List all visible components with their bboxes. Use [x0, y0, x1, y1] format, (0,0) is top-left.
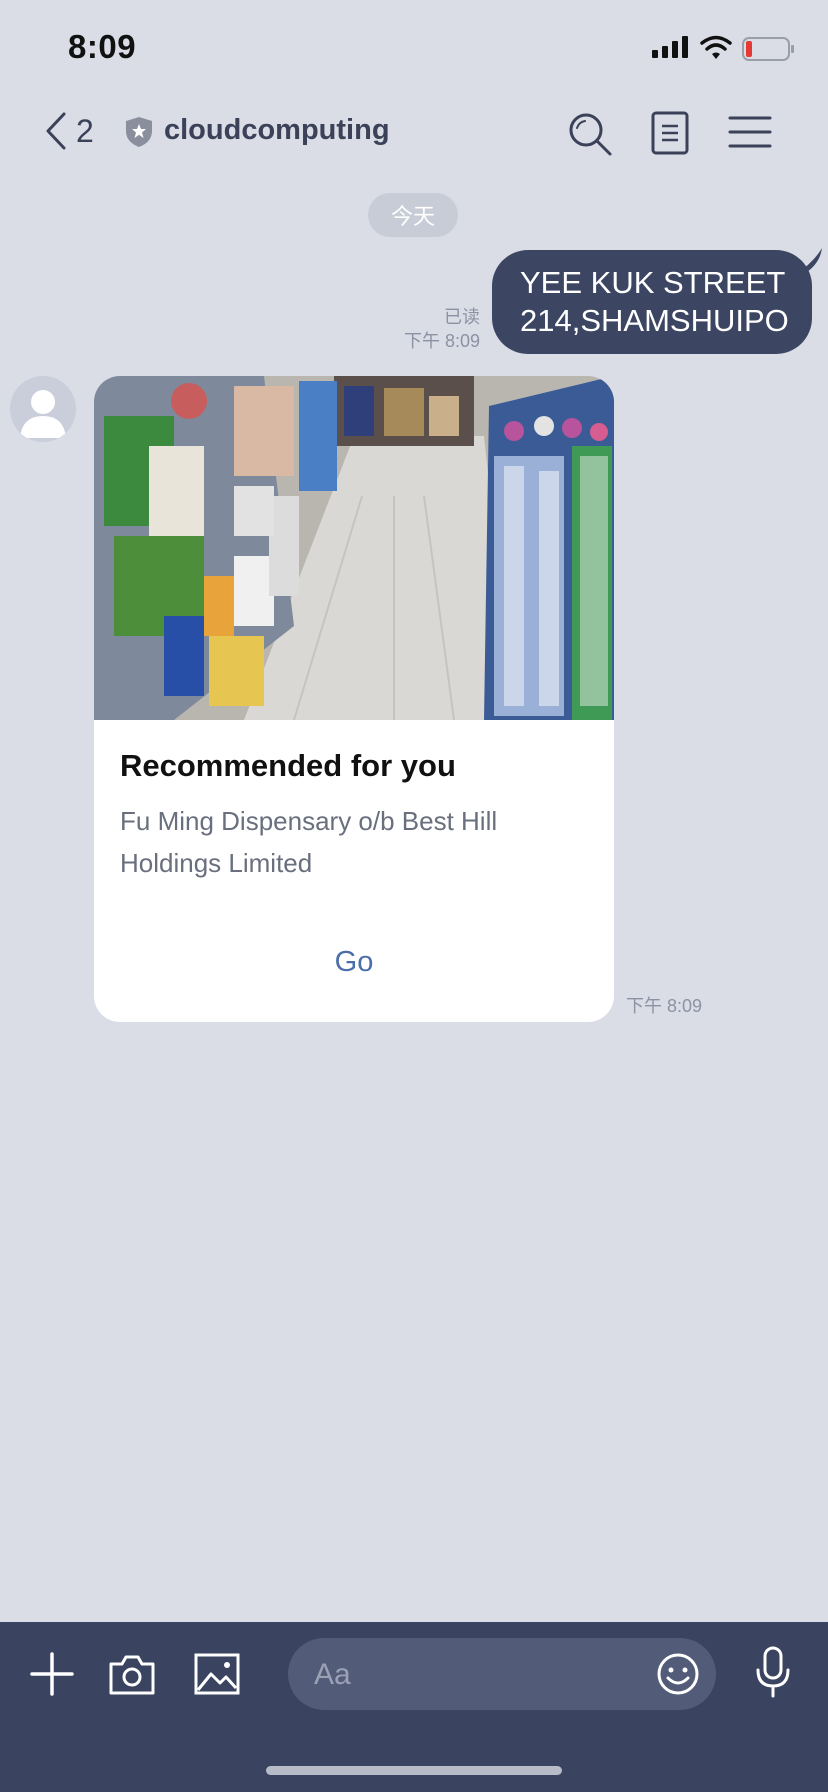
message-input[interactable]: Aa — [288, 1638, 716, 1710]
cellular-signal-icon — [652, 36, 688, 58]
microphone-icon[interactable] — [754, 1646, 792, 1698]
go-button[interactable]: Go — [94, 946, 614, 979]
back-button[interactable]: 2 — [44, 106, 120, 156]
status-time: 8:09 — [68, 28, 137, 65]
home-indicator — [266, 1766, 562, 1775]
card-title: Recommended for you — [120, 748, 456, 783]
input-placeholder: Aa — [314, 1658, 351, 1691]
outgoing-message-bubble[interactable]: YEE KUK STREET 214,SHAMSHUIPO — [492, 250, 812, 354]
user-placeholder-icon — [20, 390, 66, 438]
unread-count: 2 — [76, 112, 94, 149]
recommendation-card[interactable]: Recommended for you Fu Ming Dispensary o… — [94, 376, 614, 1022]
message-text-line: YEE KUK STREET — [520, 265, 786, 300]
menu-icon[interactable] — [728, 112, 772, 152]
plus-icon[interactable] — [28, 1650, 76, 1698]
shield-icon — [126, 117, 152, 147]
battery-icon — [742, 37, 794, 61]
message-timestamp: 下午 8:09 — [403, 331, 480, 351]
card-description: Fu Ming Dispensary o/b Best Hill Holding… — [120, 806, 498, 878]
date-divider: 今天 — [368, 193, 458, 237]
image-icon[interactable] — [194, 1652, 240, 1696]
message-text-line: 214,SHAMSHUIPO — [520, 303, 789, 338]
read-receipt: 已读 — [444, 307, 480, 327]
search-icon[interactable] — [566, 110, 614, 158]
store-aisle-image — [94, 376, 614, 720]
chat-title: cloudcomputing — [164, 114, 390, 146]
emoji-icon[interactable] — [656, 1652, 700, 1696]
camera-icon[interactable] — [108, 1652, 156, 1696]
avatar[interactable] — [10, 376, 76, 442]
notes-icon[interactable] — [650, 110, 690, 156]
message-timestamp: 下午 8:09 — [626, 996, 703, 1016]
back-chevron-icon — [46, 112, 66, 150]
wifi-icon — [700, 35, 732, 59]
